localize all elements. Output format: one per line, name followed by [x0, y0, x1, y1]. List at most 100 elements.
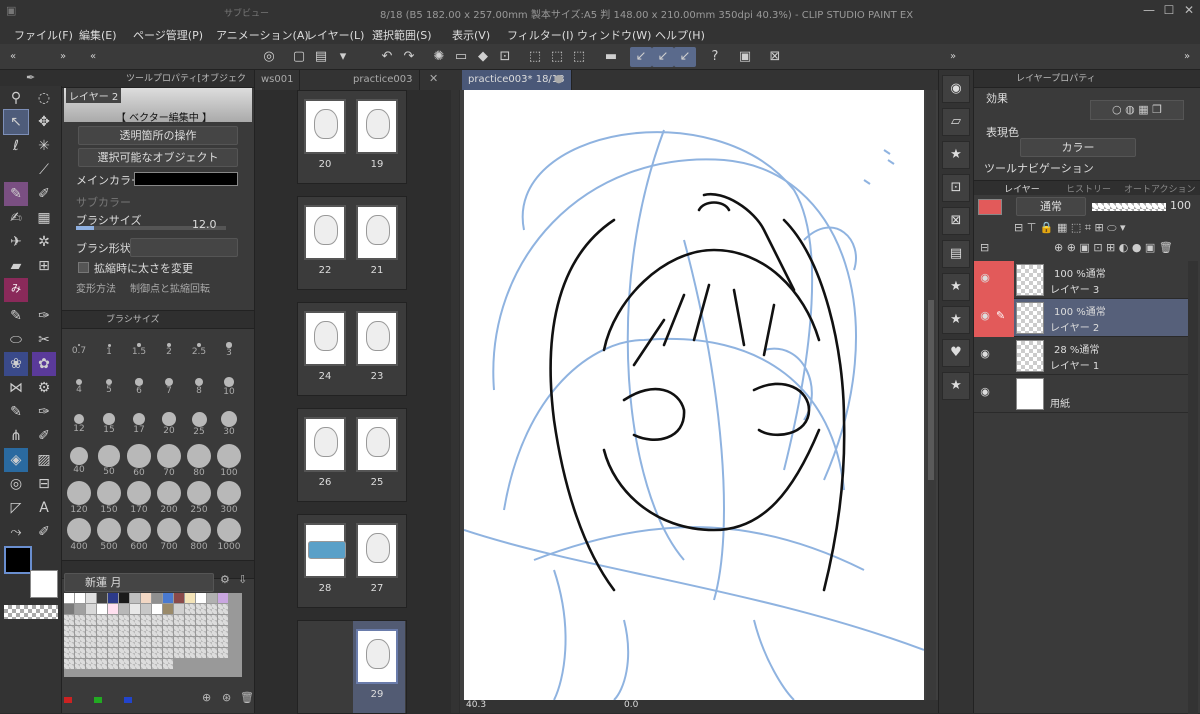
color-swatch[interactable] [75, 593, 85, 603]
studio-icon[interactable]: ◎ [258, 47, 280, 67]
transform-icon[interactable]: ⊡ [494, 47, 516, 67]
brush-size-preset[interactable]: 60 [126, 444, 152, 478]
brush-size-preset[interactable]: 300 [216, 481, 242, 515]
color-swatch[interactable] [174, 615, 184, 625]
menu-selection[interactable]: 選択範囲(S) [372, 27, 432, 43]
deselect-icon[interactable]: ⬚ [524, 47, 546, 67]
page-thumbnail[interactable] [304, 417, 346, 472]
layer-list-icon[interactable]: ⊟ [980, 241, 989, 254]
color-swatch[interactable] [218, 648, 228, 658]
color-swatch[interactable] [119, 615, 129, 625]
brush-size-preset[interactable]: 12 [66, 407, 92, 434]
color-swatch[interactable] [207, 615, 217, 625]
menu-layer[interactable]: レイヤー(L) [306, 27, 364, 43]
page-thumbnail[interactable] [356, 205, 398, 260]
material-8-icon[interactable]: ★ [942, 372, 970, 400]
layer-row[interactable]: ◉ 28 %通常 レイヤー 1 [974, 337, 1188, 375]
page-thumbnail[interactable] [304, 311, 346, 366]
color-swatch[interactable] [108, 593, 118, 603]
color-swatch[interactable] [119, 626, 129, 636]
color-swatch[interactable] [218, 593, 228, 603]
frame-icon[interactable]: ⊟ [32, 472, 56, 496]
drawing-canvas[interactable] [464, 90, 924, 700]
opacity-slider[interactable] [1092, 203, 1166, 211]
color-swatch[interactable] [185, 648, 195, 658]
color-swatch[interactable] [130, 593, 140, 603]
color-swatch[interactable] [196, 604, 206, 614]
color-swatch[interactable] [185, 626, 195, 636]
color-swatch[interactable] [130, 626, 140, 636]
layer-row[interactable]: ◉ 用紙 [974, 375, 1188, 413]
brush-size-preset[interactable]: 1000 [216, 518, 242, 552]
transform-value[interactable]: 制御点と拡縮回転 [130, 280, 210, 295]
snap-ruler-icon[interactable]: ↙ [630, 47, 652, 67]
color-swatch[interactable] [64, 648, 74, 658]
fill-icon[interactable]: ◆ [472, 47, 494, 67]
color-swatch[interactable] [196, 648, 206, 658]
color-swatch[interactable] [196, 615, 206, 625]
pen-4-icon[interactable]: ✐ [32, 424, 56, 448]
brush-size-preset[interactable]: 10 [216, 370, 242, 397]
ink-icon[interactable]: ✑ [32, 304, 56, 328]
eraser-icon[interactable]: ▰ [4, 254, 28, 278]
color-swatch[interactable] [196, 637, 206, 647]
layer-color-swatch[interactable] [978, 199, 1002, 215]
color-swatch[interactable] [97, 659, 107, 669]
page-thumbnail[interactable] [304, 205, 346, 260]
navigator-icon[interactable]: ◉ [942, 75, 970, 103]
color-swatch[interactable] [86, 593, 96, 603]
material-6-icon[interactable]: ★ [942, 306, 970, 334]
brush-size-preset[interactable]: 500 [96, 518, 122, 552]
color-swatch[interactable] [119, 604, 129, 614]
color-swatch[interactable] [152, 637, 162, 647]
brush-size-preset[interactable]: 80 [186, 444, 212, 478]
delete-color-icon[interactable]: 🗑 [240, 691, 254, 704]
color-swatch[interactable] [185, 637, 195, 647]
brush-size-preset[interactable]: 7 [156, 370, 182, 396]
layer-lock-icons[interactable]: ⊟ ⊤ 🔒 ▦ ⬚ ⌗ ⊞ ⬭ ▾ [1014, 221, 1198, 239]
angle-value[interactable]: 0.0 [624, 700, 638, 710]
brush-tool-icon[interactable]: ✍ [4, 206, 28, 230]
grid-tool-icon[interactable]: ⊞ [32, 254, 56, 278]
page-thumbnail[interactable] [356, 417, 398, 472]
page-thumbnail[interactable] [356, 99, 398, 154]
snap-grid-icon[interactable]: ↙ [674, 47, 696, 67]
canvas-scrollbar[interactable] [926, 90, 936, 700]
color-swatch[interactable] [141, 637, 151, 647]
brush-size-preset[interactable]: 4 [66, 370, 92, 395]
color-swatch[interactable] [75, 659, 85, 669]
lasso-tool-icon[interactable]: ℓ [4, 134, 28, 158]
tab-layer[interactable]: レイヤー [1004, 182, 1040, 195]
page-spread[interactable]: 28 27 [297, 514, 407, 608]
color-swatch[interactable] [141, 593, 151, 603]
airbrush-icon[interactable]: ✈ [4, 230, 28, 254]
color-swatch[interactable] [152, 615, 162, 625]
color-swatch[interactable] [196, 593, 206, 603]
color-swatch[interactable] [86, 604, 96, 614]
text-tool-icon[interactable]: A [32, 496, 56, 520]
move-tool-icon[interactable]: ✥ [32, 110, 56, 134]
clear-icon[interactable]: ▭ [450, 47, 472, 67]
pen-tab-icon[interactable]: ✒ [26, 71, 35, 84]
folder-icon[interactable]: ▬ [600, 47, 622, 67]
color-swatch[interactable] [185, 593, 195, 603]
page-spread[interactable]: 26 25 [297, 408, 407, 502]
color-swatch[interactable] [174, 637, 184, 647]
color-swatch[interactable] [108, 626, 118, 636]
menu-file[interactable]: ファイル(F) [14, 27, 73, 43]
color-swatch[interactable] [152, 626, 162, 636]
opacity-value[interactable]: 100 [1170, 199, 1191, 212]
color-swatch[interactable] [86, 637, 96, 647]
brush-size-preset[interactable]: 700 [156, 518, 182, 552]
material-2-icon[interactable]: ⊡ [942, 174, 970, 202]
color-swatch[interactable] [163, 659, 173, 669]
menu-help[interactable]: ヘルプ(H) [655, 27, 705, 43]
fill-tool-icon[interactable]: ◈ [4, 448, 28, 472]
page-spread[interactable]: 20 19 [297, 90, 407, 184]
color-swatch[interactable] [75, 615, 85, 625]
brush-shape-dropdown[interactable] [130, 238, 238, 257]
loading-icon[interactable]: ✺ [428, 47, 450, 67]
brush-size-preset[interactable]: 0.7 [66, 333, 92, 356]
brush-size-preset[interactable]: 200 [156, 481, 182, 515]
page-spread[interactable]: 22 21 [297, 196, 407, 290]
